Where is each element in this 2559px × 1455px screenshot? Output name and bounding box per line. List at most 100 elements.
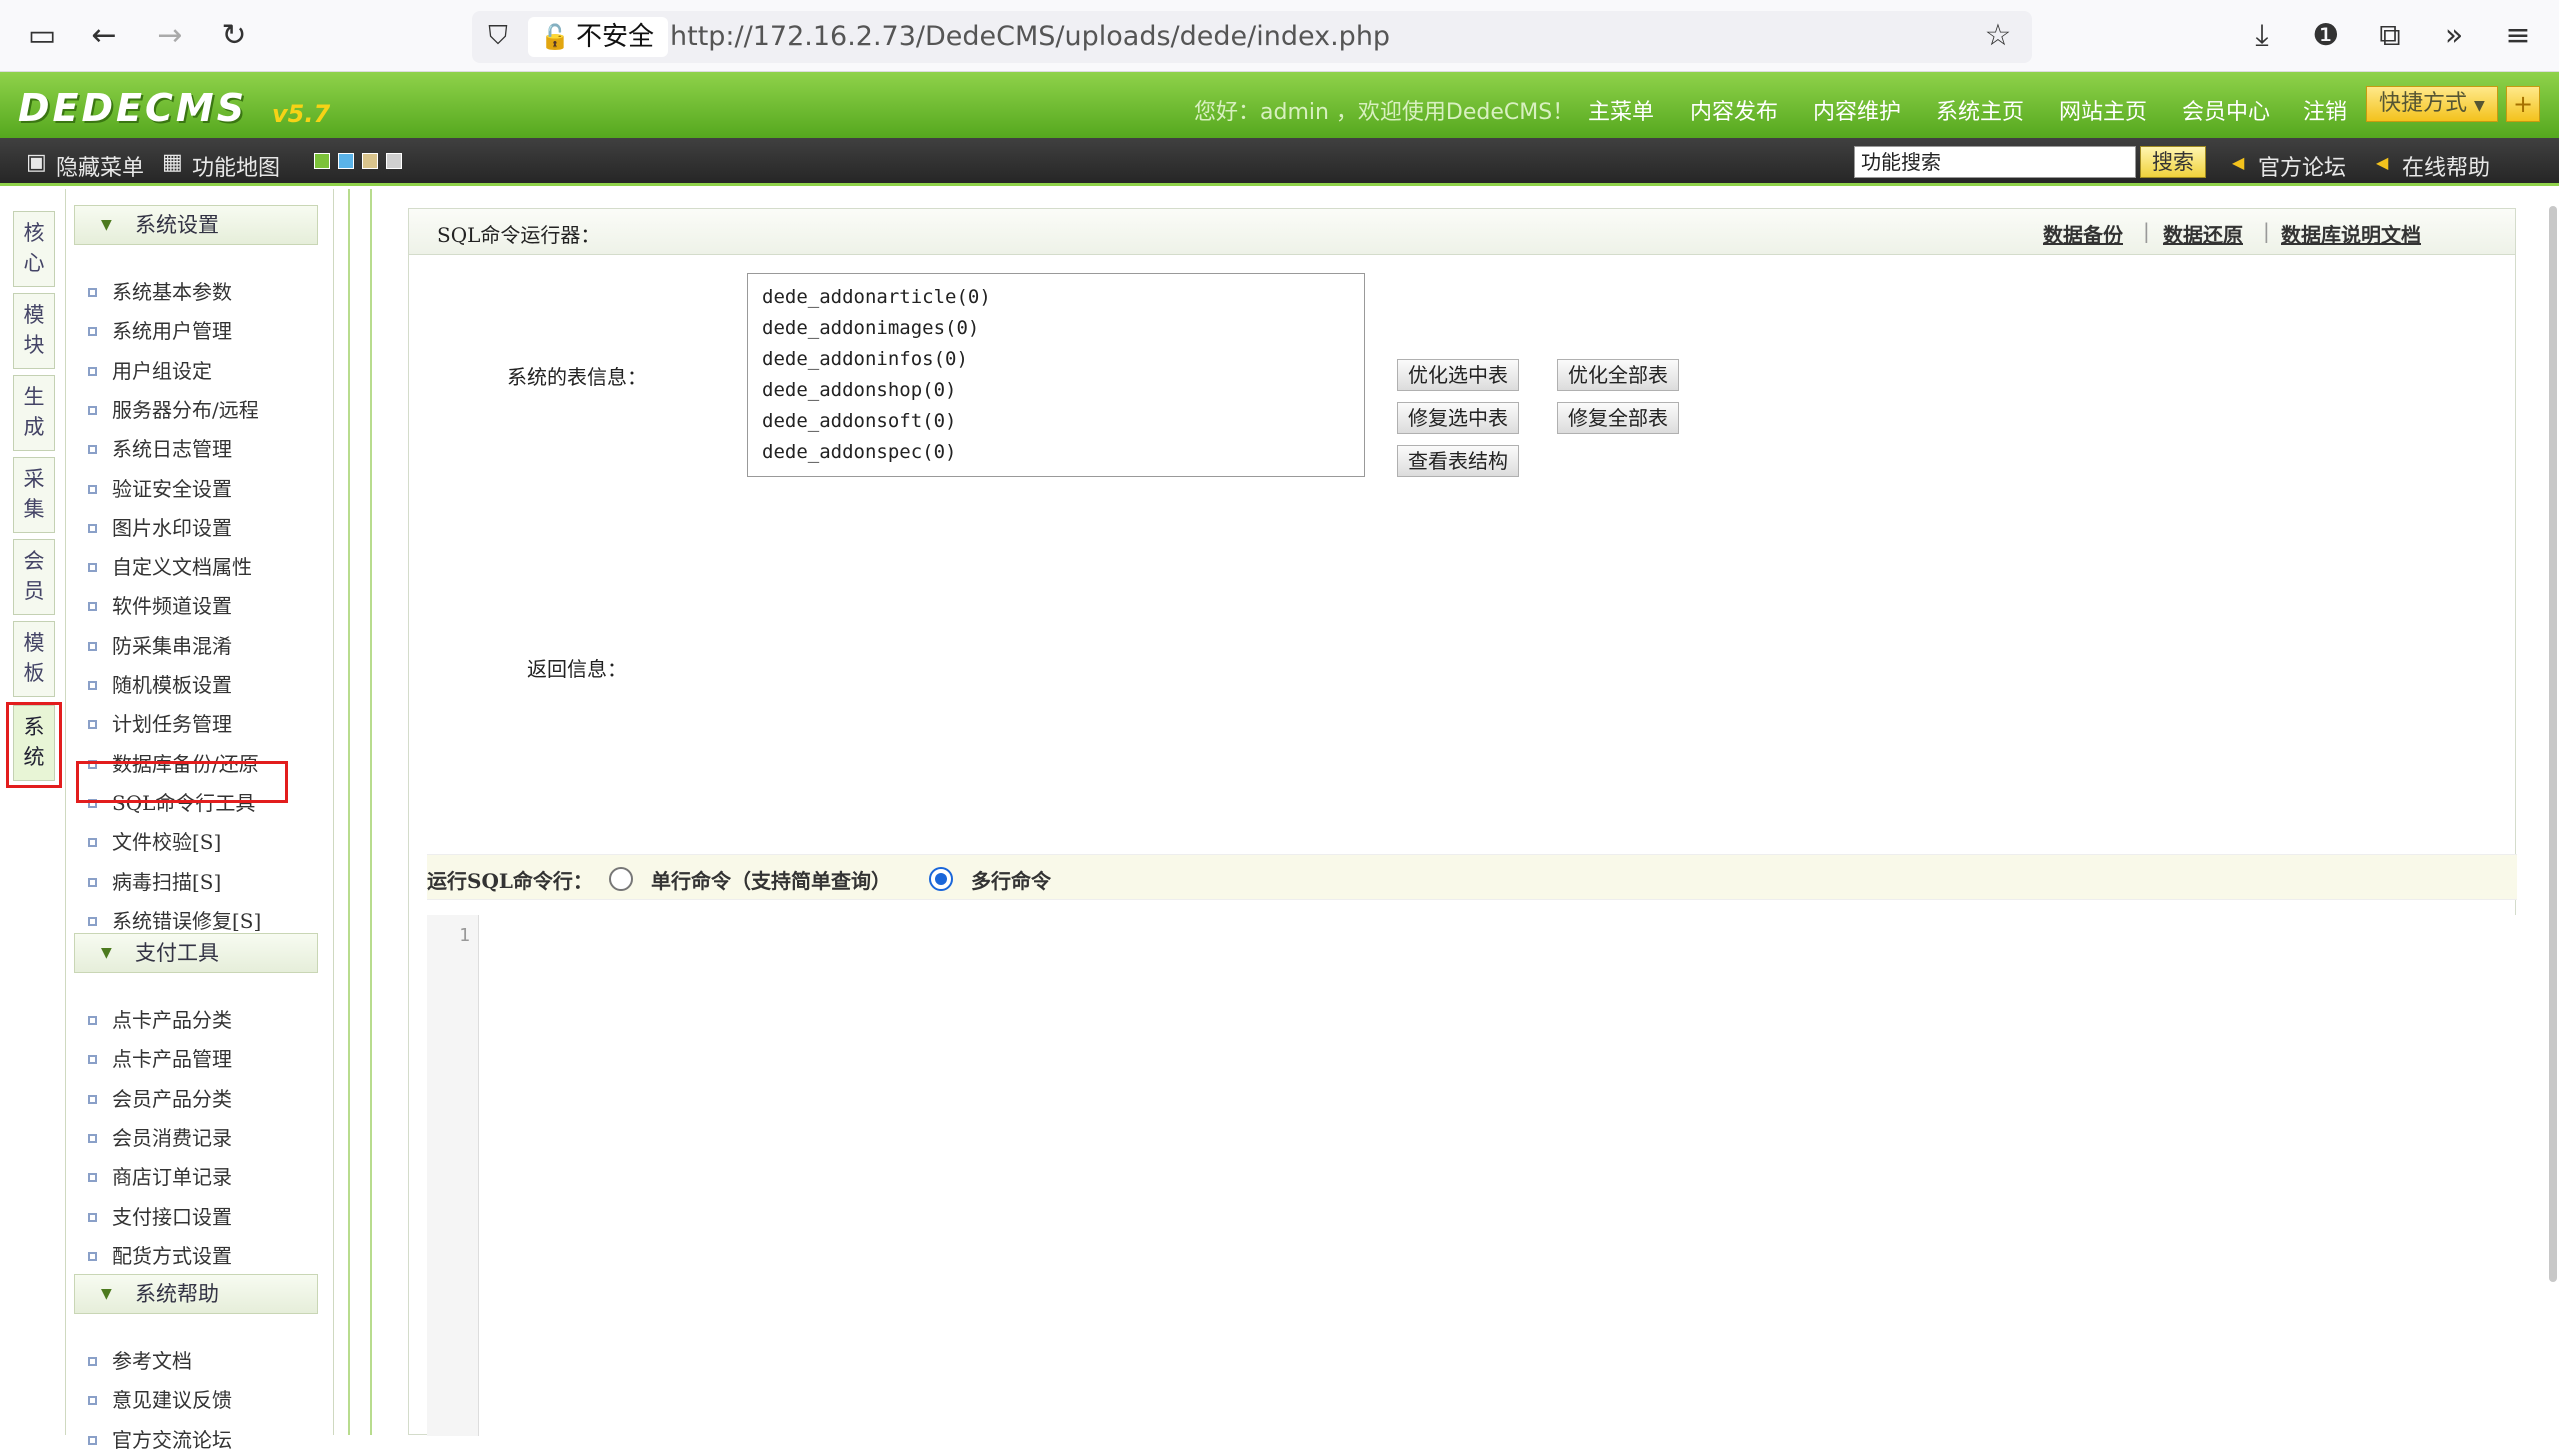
back-icon[interactable]: ← <box>82 14 126 58</box>
sidebar-item-label: 验证安全设置 <box>112 476 232 501</box>
sitemap-icon[interactable]: ▦ <box>162 150 183 175</box>
collapse-arrow-icon: ▼ <box>101 1286 112 1302</box>
hide-menu-icon[interactable]: ▣ <box>26 150 47 175</box>
list-item[interactable]: dede_addonimages(0) <box>762 313 1350 344</box>
sidebar-group-payment-tools[interactable]: ▼ 支付工具 <box>74 933 318 973</box>
function-search-input[interactable]: 功能搜索 <box>1854 146 2136 178</box>
extensions-icon[interactable]: ⧉ <box>2368 14 2412 58</box>
optimize-all-button[interactable]: 优化全部表 <box>1557 359 1679 391</box>
sidebar-item-label: 服务器分布/远程 <box>112 397 259 422</box>
hide-menu-link[interactable]: 隐藏菜单 <box>56 150 144 182</box>
nav-member-center[interactable]: 会员中心 <box>2182 94 2270 126</box>
skin-gray-icon[interactable] <box>386 153 402 169</box>
security-indicator[interactable]: 🔓 不安全 <box>528 17 669 57</box>
quick-add-button[interactable]: + <box>2506 86 2540 122</box>
shield-icon[interactable]: ⛉ <box>476 14 520 58</box>
single-command-label[interactable]: 单行命令（支持简单查询） <box>651 865 891 894</box>
sidebar-item[interactable]: 系统基本参数 <box>88 277 232 307</box>
repair-selected-button[interactable]: 修复选中表 <box>1397 402 1519 434</box>
data-restore-link[interactable]: 数据还原 <box>2163 219 2243 248</box>
sidebar-item[interactable]: 系统用户管理 <box>88 316 232 346</box>
list-item[interactable]: dede_addonspec(0) <box>762 437 1350 468</box>
multi-command-radio[interactable] <box>929 867 953 891</box>
sidebar-item[interactable]: 图片水印设置 <box>88 513 232 543</box>
link-separator: | <box>2143 219 2150 243</box>
url-text[interactable]: http://172.16.2.73/DedeCMS/uploads/dede/… <box>670 11 1390 63</box>
overflow-icon[interactable]: » <box>2432 14 2476 58</box>
sidebar-item[interactable]: 文件校验[S] <box>88 827 221 857</box>
sidebar-item[interactable]: 病毒扫描[S] <box>88 867 221 897</box>
list-item[interactable]: dede_addonsoft(0) <box>762 406 1350 437</box>
single-command-radio[interactable] <box>609 867 633 891</box>
bullet-icon <box>88 523 97 533</box>
sidebar-item[interactable]: 用户组设定 <box>88 356 212 386</box>
skin-green-icon[interactable] <box>314 153 330 169</box>
scrollbar[interactable] <box>2549 206 2557 1282</box>
bullet-icon <box>88 1133 97 1143</box>
download-icon[interactable]: ⤓ <box>2240 14 2284 58</box>
sidebar-item[interactable]: 自定义文档属性 <box>88 552 252 582</box>
function-map-link[interactable]: 功能地图 <box>192 150 280 182</box>
sidebar-item[interactable]: 随机模板设置 <box>88 670 232 700</box>
sidebar-item[interactable]: 计划任务管理 <box>88 709 232 739</box>
repair-all-button[interactable]: 修复全部表 <box>1557 402 1679 434</box>
multi-command-label[interactable]: 多行命令 <box>971 865 1051 894</box>
sidebar-item[interactable]: 参考文档 <box>88 1346 192 1376</box>
sidebar-item[interactable]: 配货方式设置 <box>88 1241 232 1271</box>
bookmark-star-icon[interactable]: ☆ <box>1976 14 2020 58</box>
tab-core[interactable]: 核 心 <box>13 211 55 287</box>
tab-modules[interactable]: 模 块 <box>13 293 55 369</box>
list-item[interactable]: dede_addonarticle(0) <box>762 282 1350 313</box>
sidebar-item[interactable]: 服务器分布/远程 <box>88 395 259 425</box>
db-docs-link[interactable]: 数据库说明文档 <box>2281 219 2421 248</box>
menu-icon[interactable]: ≡ <box>2496 14 2540 58</box>
table-listbox[interactable]: dede_addonarticle(0) dede_addonimages(0)… <box>747 273 1365 477</box>
online-help-link[interactable]: 在线帮助 <box>2402 150 2490 182</box>
sidebar-item[interactable]: 系统日志管理 <box>88 434 232 464</box>
skin-tan-icon[interactable] <box>362 153 378 169</box>
sidebar-item[interactable]: 点卡产品管理 <box>88 1044 232 1074</box>
password-icon[interactable]: ❶ <box>2304 14 2348 58</box>
panel-divider[interactable] <box>348 189 372 1435</box>
nav-site-home[interactable]: 网站主页 <box>2059 94 2147 126</box>
skin-blue-icon[interactable] <box>338 153 354 169</box>
tab-generate[interactable]: 生 成 <box>13 375 55 451</box>
sidebar-item-label: 病毒扫描[S] <box>112 869 222 894</box>
tab-collect[interactable]: 采 集 <box>13 457 55 533</box>
data-backup-link[interactable]: 数据备份 <box>2043 219 2123 248</box>
quick-access-dropdown[interactable]: 快捷方式 ▼ <box>2366 86 2498 122</box>
sidebar-item[interactable]: 点卡产品分类 <box>88 1005 232 1035</box>
nav-logout[interactable]: 注销 <box>2303 94 2347 126</box>
sidebar-item[interactable]: 会员消费记录 <box>88 1123 232 1153</box>
sidebar-item[interactable]: 意见建议反馈 <box>88 1385 232 1415</box>
list-item[interactable]: dede_addonshop(0) <box>762 375 1350 406</box>
sidebar-toggle-icon[interactable]: ▭ <box>20 14 64 58</box>
sidebar-item[interactable]: 会员产品分类 <box>88 1084 232 1114</box>
reload-icon[interactable]: ↻ <box>212 14 256 58</box>
sidebar-item[interactable]: 支付接口设置 <box>88 1202 232 1232</box>
sidebar-item[interactable]: 软件频道设置 <box>88 591 232 621</box>
optimize-selected-button[interactable]: 优化选中表 <box>1397 359 1519 391</box>
forward-icon[interactable]: → <box>148 14 192 58</box>
nav-main-menu[interactable]: 主菜单 <box>1588 94 1654 126</box>
sidebar-item[interactable]: 商店订单记录 <box>88 1162 232 1192</box>
nav-content-publish[interactable]: 内容发布 <box>1690 94 1778 126</box>
nav-content-maintain[interactable]: 内容维护 <box>1813 94 1901 126</box>
view-structure-button[interactable]: 查看表结构 <box>1397 445 1519 477</box>
search-button[interactable]: 搜索 <box>2140 146 2206 178</box>
bullet-icon <box>88 877 97 887</box>
official-forum-link[interactable]: 官方论坛 <box>2258 150 2346 182</box>
list-item[interactable]: dede_addoninfos(0) <box>762 344 1350 375</box>
sidebar-item[interactable]: 验证安全设置 <box>88 474 232 504</box>
tab-template[interactable]: 模 板 <box>13 621 55 697</box>
sidebar-item[interactable]: 防采集串混淆 <box>88 631 232 661</box>
nav-system-home[interactable]: 系统主页 <box>1936 94 2024 126</box>
sidebar-item-label: 系统日志管理 <box>112 437 232 462</box>
sidebar-group-system-help[interactable]: ▼ 系统帮助 <box>74 1274 318 1314</box>
sidebar-item[interactable]: 系统错误修复[S] <box>88 906 261 936</box>
sidebar-item[interactable]: 官方交流论坛 <box>88 1425 232 1455</box>
tab-member[interactable]: 会 员 <box>13 539 55 615</box>
sidebar-group-system-settings[interactable]: ▼ 系统设置 <box>74 205 318 245</box>
sidebar-item-label: 系统用户管理 <box>112 319 232 344</box>
sql-editor[interactable]: 1 <box>427 915 2517 1436</box>
